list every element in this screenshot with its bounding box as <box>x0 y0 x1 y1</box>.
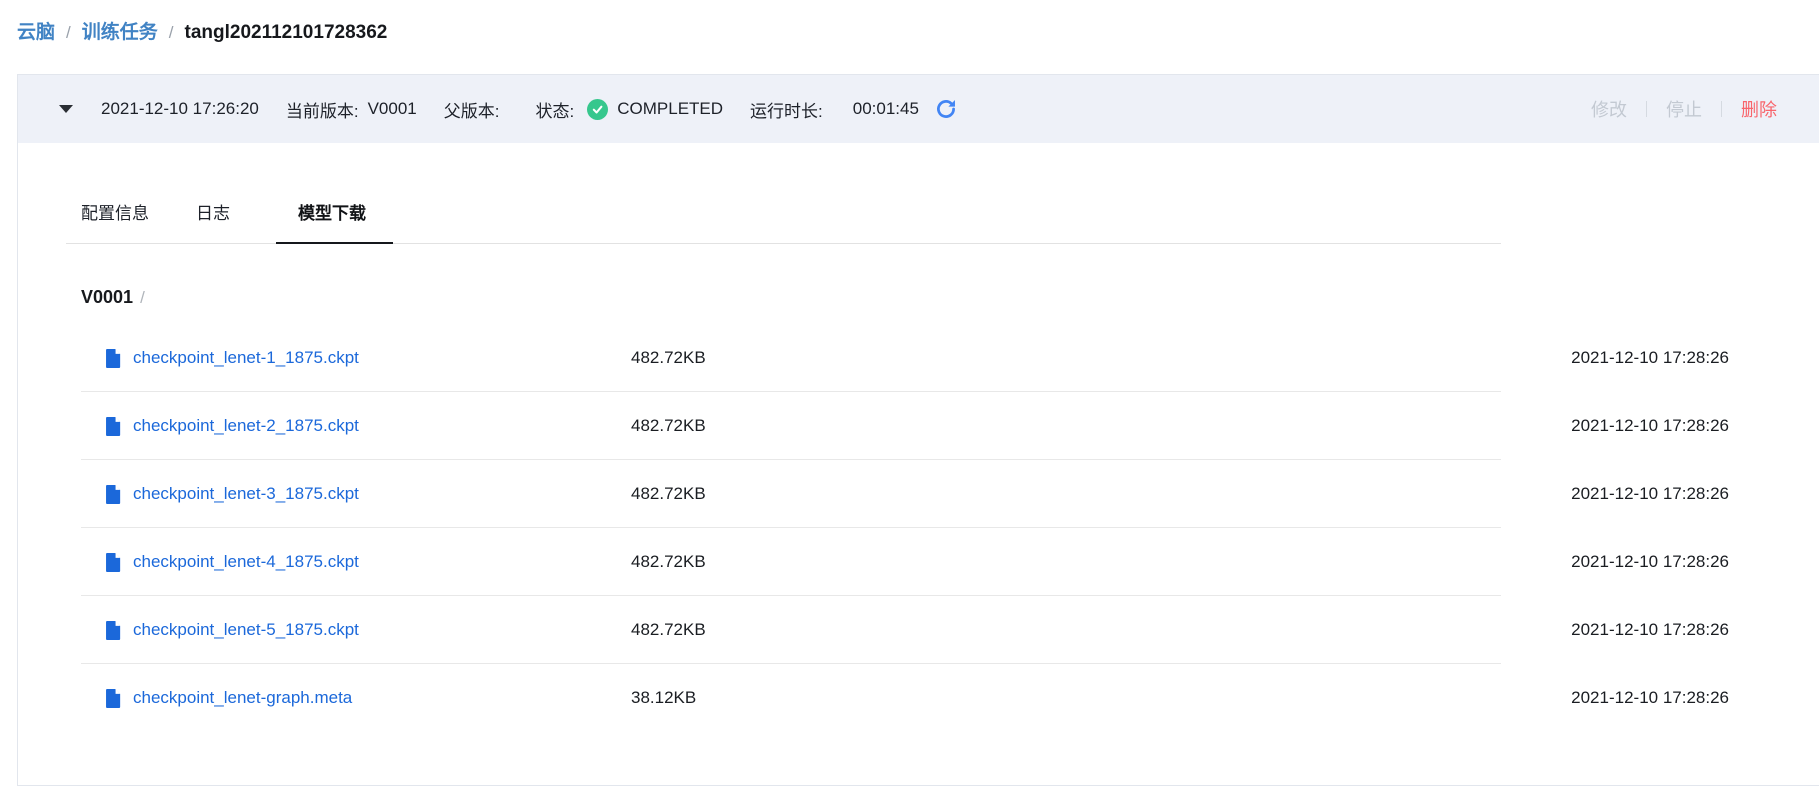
file-modified-time: 2021-12-10 17:28:26 <box>1571 348 1729 368</box>
breadcrumb-separator: / <box>169 21 174 45</box>
version-actions: 修改 停止 删除 <box>1591 96 1777 122</box>
model-file-table: checkpoint_lenet-1_1875.ckpt 482.72KB 20… <box>81 324 1819 732</box>
file-size: 482.72KB <box>631 552 706 572</box>
parent-version-label: 父版本: <box>444 97 500 122</box>
model-path: V0001 / <box>81 287 1819 308</box>
version-timestamp: 2021-12-10 17:26:20 <box>101 99 259 119</box>
duration-label: 运行时长: <box>750 97 823 122</box>
parent-version-group: 父版本: <box>444 97 509 122</box>
file-name-cell: checkpoint_lenet-5_1875.ckpt <box>104 620 631 641</box>
duration-group: 运行时长: 00:01:45 <box>750 97 919 122</box>
file-size: 482.72KB <box>631 620 706 640</box>
file-link[interactable]: checkpoint_lenet-graph.meta <box>133 688 352 708</box>
breadcrumb: 云脑 / 训练任务 / tangl202112101728362 <box>0 0 1819 45</box>
table-row: checkpoint_lenet-3_1875.ckpt 482.72KB 20… <box>81 460 1746 528</box>
table-row: checkpoint_lenet-1_1875.ckpt 482.72KB 20… <box>81 324 1746 392</box>
version-header-bar: 2021-12-10 17:26:20 当前版本: V0001 父版本: 状态:… <box>18 75 1819 143</box>
tab-logs[interactable]: 日志 <box>196 199 230 243</box>
status-value: COMPLETED <box>617 99 723 119</box>
refresh-icon[interactable] <box>935 98 957 120</box>
model-path-separator: / <box>140 288 145 308</box>
duration-value: 00:01:45 <box>853 99 919 119</box>
file-link[interactable]: checkpoint_lenet-1_1875.ckpt <box>133 348 359 368</box>
file-size: 482.72KB <box>631 348 706 368</box>
file-modified-time: 2021-12-10 17:28:26 <box>1571 620 1729 640</box>
file-icon <box>104 416 121 437</box>
current-version-group: 当前版本: V0001 <box>286 97 417 122</box>
file-modified-time: 2021-12-10 17:28:26 <box>1571 552 1729 572</box>
stop-button[interactable]: 停止 <box>1666 96 1702 122</box>
table-row: checkpoint_lenet-graph.meta 38.12KB 2021… <box>81 664 1746 732</box>
current-version-label: 当前版本: <box>286 97 359 122</box>
file-modified-time: 2021-12-10 17:28:26 <box>1571 484 1729 504</box>
file-link[interactable]: checkpoint_lenet-5_1875.ckpt <box>133 620 359 640</box>
tab-model-download[interactable]: 模型下载 <box>298 199 366 243</box>
status-label: 状态: <box>536 97 575 122</box>
file-modified-time: 2021-12-10 17:28:26 <box>1571 416 1729 436</box>
file-size: 482.72KB <box>631 416 706 436</box>
file-name-cell: checkpoint_lenet-2_1875.ckpt <box>104 416 631 437</box>
file-icon <box>104 620 121 641</box>
table-row: checkpoint_lenet-5_1875.ckpt 482.72KB 20… <box>81 596 1746 664</box>
file-link[interactable]: checkpoint_lenet-3_1875.ckpt <box>133 484 359 504</box>
tab-config-info[interactable]: 配置信息 <box>81 199 149 243</box>
file-link[interactable]: checkpoint_lenet-4_1875.ckpt <box>133 552 359 572</box>
task-detail-card: 2021-12-10 17:26:20 当前版本: V0001 父版本: 状态:… <box>17 74 1819 786</box>
caret-down-icon[interactable] <box>59 105 73 113</box>
current-version-value: V0001 <box>368 99 417 119</box>
file-name-cell: checkpoint_lenet-1_1875.ckpt <box>104 348 631 369</box>
file-size: 38.12KB <box>631 688 696 708</box>
check-circle-icon <box>587 99 608 120</box>
table-row: checkpoint_lenet-2_1875.ckpt 482.72KB 20… <box>81 392 1746 460</box>
table-row: checkpoint_lenet-4_1875.ckpt 482.72KB 20… <box>81 528 1746 596</box>
breadcrumb-link-cloudbrain[interactable]: 云脑 <box>17 21 55 45</box>
file-name-cell: checkpoint_lenet-4_1875.ckpt <box>104 552 631 573</box>
action-separator <box>1721 101 1722 117</box>
delete-button[interactable]: 删除 <box>1741 96 1777 122</box>
action-separator <box>1646 101 1647 117</box>
file-icon <box>104 484 121 505</box>
breadcrumb-current-task: tangl202112101728362 <box>185 21 388 45</box>
file-name-cell: checkpoint_lenet-graph.meta <box>104 688 631 709</box>
file-icon <box>104 688 121 709</box>
file-icon <box>104 552 121 573</box>
file-modified-time: 2021-12-10 17:28:26 <box>1571 688 1729 708</box>
file-name-cell: checkpoint_lenet-3_1875.ckpt <box>104 484 631 505</box>
modify-button[interactable]: 修改 <box>1591 96 1627 122</box>
file-link[interactable]: checkpoint_lenet-2_1875.ckpt <box>133 416 359 436</box>
file-icon <box>104 348 121 369</box>
breadcrumb-link-training-tasks[interactable]: 训练任务 <box>82 21 158 45</box>
file-size: 482.72KB <box>631 484 706 504</box>
breadcrumb-separator: / <box>66 21 71 45</box>
detail-tabs: 配置信息 日志 模型下载 <box>66 199 1501 244</box>
status-group: 状态: COMPLETED <box>536 97 724 122</box>
model-path-version[interactable]: V0001 <box>81 287 133 308</box>
